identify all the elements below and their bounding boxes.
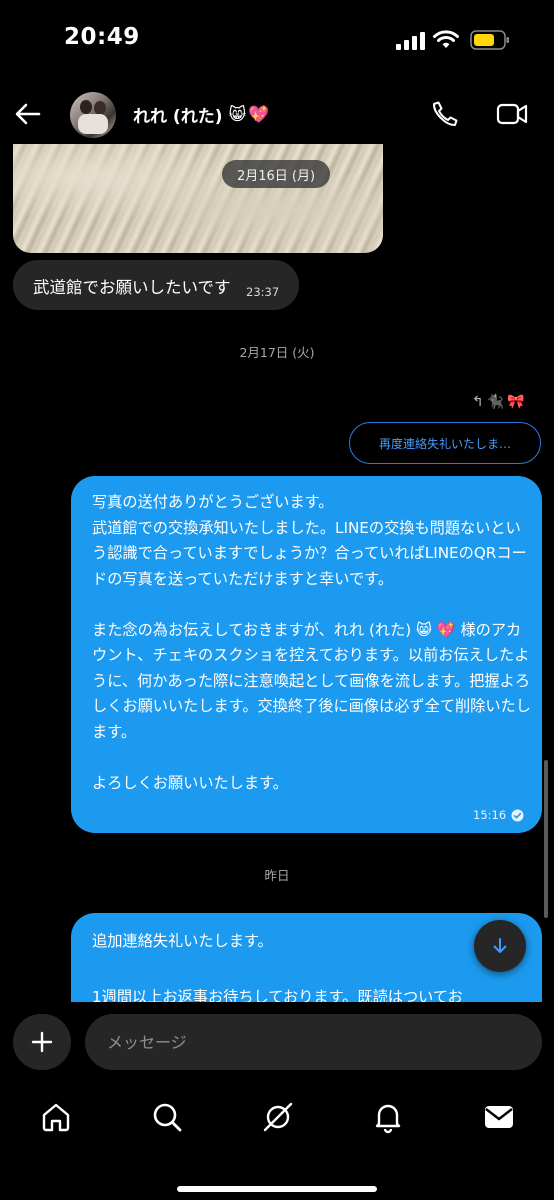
bell-icon[interactable]: [371, 1100, 405, 1134]
message-input[interactable]: [85, 1014, 542, 1070]
incoming-message-time: 23:37: [246, 285, 280, 299]
back-icon[interactable]: [14, 100, 42, 128]
reply-arrow-icon: ↰: [472, 394, 484, 410]
add-button[interactable]: [13, 1014, 71, 1070]
incoming-message-text: 武道館でお願いしたいです: [33, 278, 231, 297]
contact-name[interactable]: れれ (れた) 😸 💖: [133, 102, 270, 128]
status-time: 20:49: [64, 24, 140, 50]
black-cat-emoji: 🐈‍⬛: [486, 394, 505, 410]
outgoing-message[interactable]: 写真の送付ありがとうございます。 武道館での交換承知いたしました。LINEの交換…: [71, 476, 542, 833]
heart-emoji: 💖: [248, 104, 270, 125]
read-check-icon: [511, 809, 524, 821]
outgoing-message-text: 写真の送付ありがとうございます。 武道館での交換承知いたしました。LINEの交換…: [92, 493, 531, 792]
scrollbar[interactable]: [544, 760, 548, 918]
cat-emoji: 😸: [228, 104, 247, 125]
reply-preview[interactable]: 再度連絡失礼いたしま…: [349, 422, 541, 464]
avatar[interactable]: [70, 92, 116, 138]
date-separator: 2月17日 (火): [239, 345, 315, 360]
outgoing-message-2-text: 追加連絡失礼いたします。 1週間以上お返事お待ちしております。既読はついてお: [92, 932, 463, 1006]
outgoing-message-meta: 15:16: [473, 808, 524, 822]
incoming-message[interactable]: 武道館でお願いしたいです 23:37: [13, 260, 299, 310]
battery-icon: [470, 30, 509, 50]
photo-message[interactable]: [13, 144, 383, 253]
signal-icon: [396, 32, 425, 50]
arrow-down-icon: [493, 938, 507, 953]
date-separator-yesterday: 昨日: [264, 868, 290, 883]
search-icon[interactable]: [150, 1100, 184, 1134]
outgoing-message-time: 15:16: [473, 808, 507, 822]
plus-icon: [31, 1031, 53, 1053]
phone-icon[interactable]: [430, 99, 460, 129]
scroll-down-button[interactable]: [474, 920, 526, 972]
messages-icon[interactable]: [482, 1100, 516, 1134]
home-icon[interactable]: [39, 1100, 73, 1134]
wifi-icon: [433, 30, 459, 48]
ribbon-emoji: 🎀: [507, 394, 525, 410]
reply-reaction: ↰ 🐈‍⬛ 🎀: [472, 394, 525, 410]
explore-icon[interactable]: [261, 1100, 295, 1134]
contact-name-text: れれ (れた): [133, 107, 223, 127]
video-icon[interactable]: [496, 100, 528, 128]
home-indicator: [177, 1186, 377, 1192]
photo-date-pill: 2月16日 (月): [222, 160, 330, 188]
